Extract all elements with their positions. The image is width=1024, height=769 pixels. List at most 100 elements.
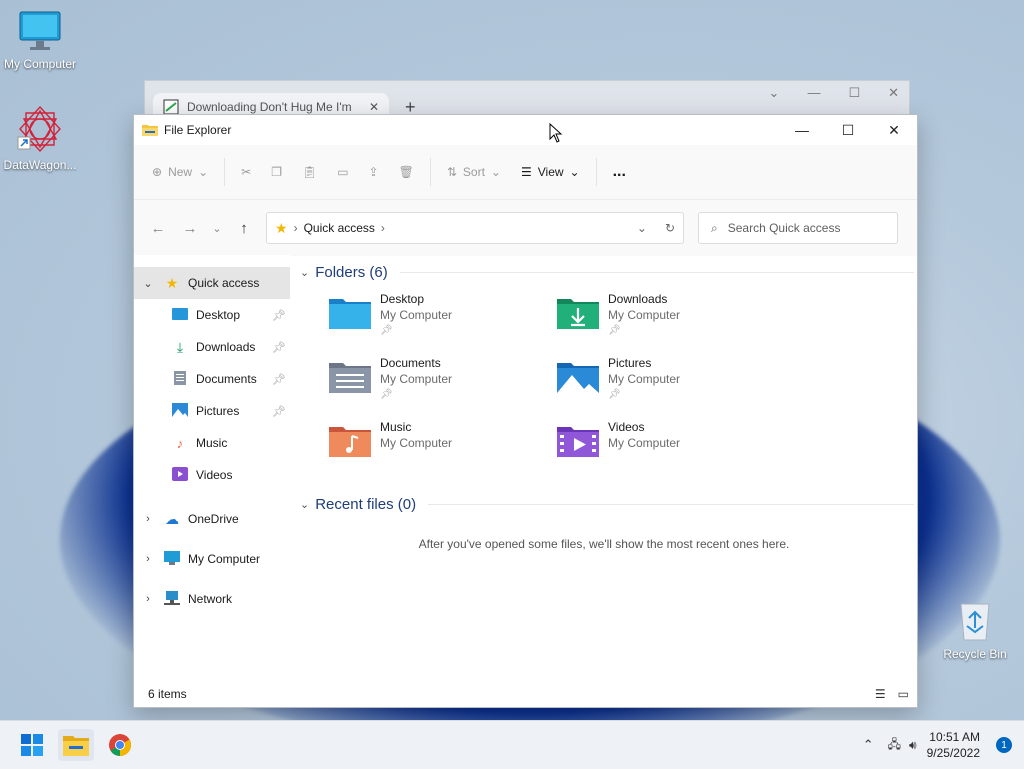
maximize-button[interactable]: ☐: [825, 115, 871, 145]
new-label: New: [168, 165, 193, 179]
clock[interactable]: 10:51 AM 9/25/2022: [927, 729, 980, 761]
sidebar-item-downloads[interactable]: ⤓ Downloads 📌︎: [134, 331, 290, 363]
network-status-icon[interactable]: 🖧︎: [888, 735, 901, 756]
title-bar[interactable]: File Explorer — ☐ ✕: [134, 115, 917, 145]
delete-button[interactable]: 🗑︎: [389, 156, 424, 188]
sidebar-item-network[interactable]: › Network: [134, 579, 290, 619]
pictures-folder-icon: [557, 363, 599, 393]
desktop-icon-label: My Computer: [3, 57, 77, 71]
folder-name: Documents: [380, 356, 441, 370]
chevron-right-icon[interactable]: ›: [134, 553, 162, 565]
pin-icon[interactable]: 📌︎: [272, 405, 286, 418]
pin-icon[interactable]: 📌︎: [272, 341, 286, 354]
more-options-button[interactable]: ...: [603, 156, 636, 188]
paste-button[interactable]: 📋︎: [292, 156, 327, 188]
chrome-window-controls: ⌄ — ☐ ✕: [769, 85, 899, 101]
chevron-down-icon[interactable]: ⌄: [637, 221, 647, 235]
close-icon[interactable]: ✕: [888, 85, 899, 101]
recent-files-section-header[interactable]: ⌄ Recent files (0): [294, 487, 914, 521]
details-view-icon[interactable]: ☰: [875, 687, 886, 701]
breadcrumb-chevron-icon[interactable]: ›: [381, 221, 385, 235]
sidebar-item-desktop[interactable]: Desktop 📌︎: [134, 299, 290, 331]
chevron-down-icon[interactable]: ⌄: [769, 85, 780, 101]
new-button[interactable]: ⊕ New ⌄: [142, 156, 218, 188]
chevron-right-icon[interactable]: ›: [134, 593, 162, 605]
refresh-icon[interactable]: ↻: [665, 221, 675, 235]
search-box[interactable]: ⌕ Search Quick access: [698, 212, 898, 244]
up-arrow-icon[interactable]: ↑: [228, 220, 260, 237]
folder-name: Pictures: [608, 356, 652, 370]
taskbar-file-explorer[interactable]: [58, 729, 94, 761]
folder-tile-documents[interactable]: Documents My Computer 📌︎: [328, 355, 556, 419]
breadcrumb-quick-access[interactable]: Quick access: [304, 221, 375, 235]
folder-tile-desktop[interactable]: Desktop My Computer 📌︎: [328, 291, 556, 355]
monitor-icon: [162, 550, 182, 568]
sidebar-item-label: Videos: [196, 468, 233, 482]
minimize-icon[interactable]: —: [807, 85, 820, 101]
sort-button[interactable]: ⇅ Sort ⌄: [437, 156, 511, 188]
volume-icon[interactable]: 🔊︎: [909, 738, 917, 753]
notification-badge[interactable]: 1: [996, 737, 1012, 753]
sidebar-item-documents[interactable]: Documents 📌︎: [134, 363, 290, 395]
desktop-icon-datawagon[interactable]: DataWagon...: [0, 105, 80, 172]
chevron-right-icon[interactable]: ›: [134, 513, 162, 525]
folder-tile-music[interactable]: Music My Computer: [328, 419, 556, 483]
sidebar-item-music[interactable]: ♪ Music: [134, 427, 290, 459]
recycle-bin-icon: [960, 603, 990, 641]
show-hidden-icons-chevron-icon[interactable]: ⌃: [863, 737, 874, 753]
back-arrow-icon[interactable]: ←: [142, 220, 174, 237]
close-tab-icon[interactable]: ✕: [369, 100, 379, 114]
trash-icon: 🗑︎: [398, 165, 414, 179]
maximize-icon[interactable]: ☐: [848, 85, 860, 101]
pin-icon[interactable]: 📌︎: [272, 309, 286, 322]
sidebar-item-label: Network: [188, 592, 233, 606]
status-bar: 6 items ☰ ▭: [134, 681, 917, 707]
chevron-down-icon[interactable]: ⌄: [300, 266, 309, 279]
folder-tile-pictures[interactable]: Pictures My Computer 📌︎: [556, 355, 784, 419]
rename-button[interactable]: ▭: [327, 156, 358, 188]
folder-tile-downloads[interactable]: Downloads My Computer 📌︎: [556, 291, 784, 355]
mouse-cursor-icon: [549, 123, 563, 143]
music-note-icon: ♪: [176, 435, 184, 451]
taskbar: ⌃ 🖧︎ 🔊︎ 10:51 AM 9/25/2022 1: [0, 720, 1024, 769]
pin-icon[interactable]: 📌︎: [272, 373, 286, 386]
sidebar-item-label: Quick access: [188, 276, 260, 290]
desktop-icon-my-computer[interactable]: My Computer: [0, 10, 80, 71]
sidebar-item-videos[interactable]: Videos: [134, 459, 290, 491]
share-button[interactable]: ⇪: [359, 156, 389, 188]
sidebar-item-onedrive[interactable]: › ☁ OneDrive: [134, 499, 290, 539]
datawagon-icon: [17, 105, 61, 153]
download-icon: ⤓: [176, 338, 184, 355]
monitor-icon: [19, 11, 61, 50]
folder-tile-videos[interactable]: Videos My Computer: [556, 419, 784, 483]
taskbar-chrome[interactable]: [102, 729, 138, 761]
file-explorer-window[interactable]: File Explorer — ☐ ✕ ⊕ New ⌄ ✂ ❐ 📋︎ ▭ ⇪ 🗑…: [133, 114, 918, 708]
cut-button[interactable]: ✂: [231, 156, 261, 188]
chevron-down-icon: ⌄: [198, 165, 209, 179]
view-list-icon: ☰: [520, 165, 532, 179]
address-bar[interactable]: ★ › Quick access › ⌄ ↻: [266, 212, 684, 244]
chevron-down-icon[interactable]: ⌄: [134, 277, 162, 290]
folder-location: My Computer: [380, 436, 453, 450]
close-button[interactable]: ✕: [871, 115, 917, 145]
folders-section-header[interactable]: ⌄ Folders (6): [294, 255, 914, 289]
tiles-view-icon[interactable]: ▭: [898, 687, 909, 701]
sidebar-item-pictures[interactable]: Pictures 📌︎: [134, 395, 290, 427]
recent-locations-chevron-icon[interactable]: ⌄: [206, 222, 228, 235]
view-button[interactable]: ☰ View ⌄: [511, 156, 590, 188]
forward-arrow-icon[interactable]: →: [174, 220, 206, 237]
folder-location: My Computer: [608, 308, 681, 322]
file-explorer-icon: [63, 736, 89, 756]
chevron-down-icon[interactable]: ⌄: [300, 498, 309, 511]
sidebar-item-my-computer[interactable]: › My Computer: [134, 539, 290, 579]
sidebar-item-quick-access[interactable]: ⌄ ★ Quick access: [134, 267, 290, 299]
chrome-icon: [109, 734, 131, 756]
divider: [428, 503, 914, 505]
music-folder-icon: [329, 427, 371, 457]
copy-button[interactable]: ❐: [261, 156, 292, 188]
desktop-icon-recycle-bin[interactable]: Recycle Bin: [935, 600, 1015, 661]
start-button[interactable]: [14, 729, 50, 761]
window-title: File Explorer: [164, 123, 232, 137]
chevron-down-icon: ⌄: [490, 165, 501, 179]
minimize-button[interactable]: —: [779, 115, 825, 145]
